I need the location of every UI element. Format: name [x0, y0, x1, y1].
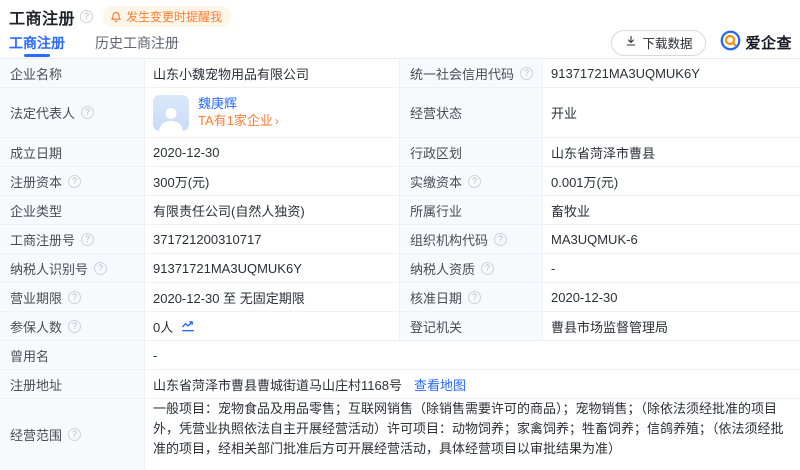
company-type-value: 有限责任公司(自然人独资) [145, 196, 400, 224]
field-label: 组织机构代码? [400, 225, 543, 253]
download-label: 下载数据 [642, 33, 692, 52]
organization-code-value: MA3UQMUK-6 [543, 225, 800, 253]
field-label: 经营范围? [0, 399, 145, 470]
help-icon[interactable]: ? [81, 233, 94, 246]
brand-name: 爱企查 [745, 32, 792, 53]
establish-date-value: 2020-12-30 [145, 138, 400, 166]
legal-representative-cell: 魏庚辉 TA有1家企业› [145, 88, 400, 137]
related-companies-link[interactable]: TA有1家企业› [198, 112, 279, 130]
aiqicha-logo-icon [720, 30, 741, 56]
registration-number-value: 371721200310717 [145, 225, 400, 253]
field-label: 参保人数? [0, 312, 145, 340]
business-scope-value: 一般项目：宠物食品及用品零售；互联网销售（除销售需要许可的商品）；宠物销售；（除… [145, 399, 800, 470]
person-avatar[interactable] [153, 95, 189, 131]
field-label: 纳税人资质? [400, 254, 543, 282]
tabs: 工商注册 历史工商注册 [9, 27, 179, 58]
help-icon[interactable]: ? [81, 106, 94, 119]
help-icon[interactable]: ? [481, 262, 494, 275]
field-label: 行政区划 [400, 138, 543, 166]
chevron-right-icon: › [275, 114, 279, 128]
view-map-link[interactable]: 查看地图 [414, 375, 466, 394]
help-icon[interactable]: ? [68, 428, 81, 441]
table-row: 企业名称 山东小魏宠物用品有限公司 统一社会信用代码? 91371721MA3U… [0, 59, 800, 88]
bell-icon [110, 11, 122, 23]
field-label: 工商注册号? [0, 225, 145, 253]
field-label: 注册资本? [0, 167, 145, 195]
business-term-value: 2020-12-30 至 无固定期限 [145, 283, 400, 311]
aiqicha-logo[interactable]: 爱企查 [720, 30, 792, 56]
legal-representative-link[interactable]: 魏庚辉 [198, 95, 279, 112]
credit-code-value: 91371721MA3UQMUK6Y [543, 59, 800, 87]
field-label: 纳税人识别号? [0, 254, 145, 282]
registration-authority-value: 曹县市场监督管理局 [543, 312, 800, 340]
table-row: 注册资本? 300万(元) 实缴资本? 0.001万(元) [0, 167, 800, 196]
field-label: 营业期限? [0, 283, 145, 311]
tab-bar: 工商注册 历史工商注册 下载数据 爱企查 [0, 27, 800, 58]
help-icon[interactable]: ? [520, 67, 533, 80]
insured-count-value: 0人 [153, 317, 173, 336]
table-row: 曾用名 - [0, 341, 800, 370]
help-icon[interactable]: ? [468, 291, 481, 304]
paid-in-capital-value: 0.001万(元) [543, 167, 800, 195]
change-alert-label: 发生变更时提醒我 [126, 8, 222, 25]
tab-actions: 下载数据 爱企查 [611, 30, 792, 56]
field-label: 经营状态 [400, 88, 543, 137]
registered-address-cell: 山东省菏泽市曹县曹城街道马山庄村1168号 查看地图 [145, 370, 800, 398]
help-icon[interactable]: ? [494, 233, 507, 246]
business-status-value: 开业 [543, 88, 800, 137]
table-row: 营业期限? 2020-12-30 至 无固定期限 核准日期? 2020-12-3… [0, 283, 800, 312]
help-icon[interactable]: ? [68, 175, 81, 188]
field-label: 法定代表人? [0, 88, 145, 137]
table-row: 注册地址 山东省菏泽市曹县曹城街道马山庄村1168号 查看地图 [0, 370, 800, 399]
field-label: 曾用名 [0, 341, 145, 369]
approval-date-value: 2020-12-30 [543, 283, 800, 311]
table-row: 工商注册号? 371721200310717 组织机构代码? MA3UQMUK-… [0, 225, 800, 254]
registered-address-value: 山东省菏泽市曹县曹城街道马山庄村1168号 [153, 375, 402, 394]
company-name-value: 山东小魏宠物用品有限公司 [145, 59, 400, 87]
table-row: 参保人数? 0人 登记机关 曹县市场监督管理局 [0, 312, 800, 341]
tab-business-registration[interactable]: 工商注册 [9, 27, 65, 58]
former-name-value: - [145, 341, 800, 369]
field-label: 实缴资本? [400, 167, 543, 195]
industry-value: 畜牧业 [543, 196, 800, 224]
insured-count-cell: 0人 [145, 312, 400, 340]
table-row: 法定代表人? 魏庚辉 TA有1家企业› 经营状态 开业 [0, 88, 800, 138]
table-row: 经营范围? 一般项目：宠物食品及用品零售；互联网销售（除销售需要许可的商品）；宠… [0, 399, 800, 470]
field-label: 注册地址 [0, 370, 145, 398]
taxpayer-id-value: 91371721MA3UQMUK6Y [145, 254, 400, 282]
field-label: 企业名称 [0, 59, 145, 87]
table-row: 纳税人识别号? 91371721MA3UQMUK6Y 纳税人资质? - [0, 254, 800, 283]
table-row: 成立日期 2020-12-30 行政区划 山东省菏泽市曹县 [0, 138, 800, 167]
district-value: 山东省菏泽市曹县 [543, 138, 800, 166]
field-label: 核准日期? [400, 283, 543, 311]
help-icon[interactable]: ? [68, 320, 81, 333]
download-icon [625, 35, 637, 50]
field-label: 登记机关 [400, 312, 543, 340]
registered-capital-value: 300万(元) [145, 167, 400, 195]
table-row: 企业类型 有限责任公司(自然人独资) 所属行业 畜牧业 [0, 196, 800, 225]
field-label: 统一社会信用代码? [400, 59, 543, 87]
page-header: 工商注册 ? 发生变更时提醒我 [0, 0, 800, 27]
help-icon[interactable]: ? [80, 10, 93, 23]
taxpayer-qualification-value: - [543, 254, 800, 282]
trend-chart-icon[interactable] [181, 319, 195, 333]
help-icon[interactable]: ? [468, 175, 481, 188]
tab-history-registration[interactable]: 历史工商注册 [95, 27, 179, 58]
field-label: 企业类型 [0, 196, 145, 224]
help-icon[interactable]: ? [94, 262, 107, 275]
change-alert-badge[interactable]: 发生变更时提醒我 [103, 6, 231, 27]
download-data-button[interactable]: 下载数据 [611, 30, 706, 56]
page-title: 工商注册 [9, 5, 75, 29]
field-label: 成立日期 [0, 138, 145, 166]
registration-table: 企业名称 山东小魏宠物用品有限公司 统一社会信用代码? 91371721MA3U… [0, 58, 800, 470]
help-icon[interactable]: ? [68, 291, 81, 304]
field-label: 所属行业 [400, 196, 543, 224]
